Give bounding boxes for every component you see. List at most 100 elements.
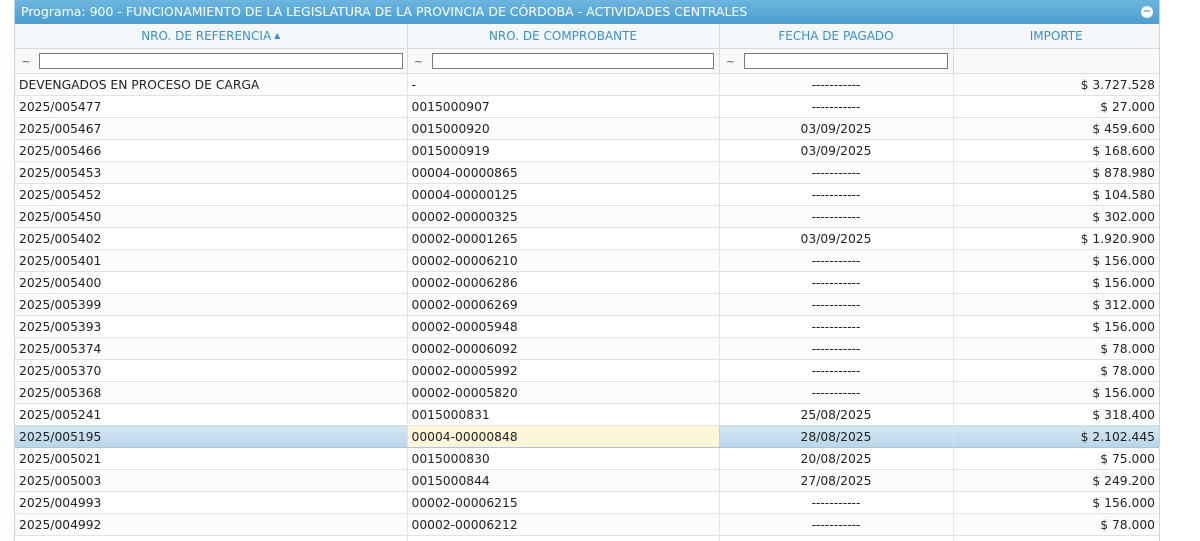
- cell-referencia: 2025/005477: [15, 95, 408, 118]
- cell-importe: $ 78.000: [953, 359, 1159, 382]
- table-row[interactable]: 2025/004993 00002-00006215 ----------- $ 15…: [15, 491, 1159, 514]
- column-header-importe[interactable]: IMPORTE: [953, 24, 1159, 49]
- filter-operator-referencia[interactable]: ~: [15, 55, 37, 68]
- cell-comprobante: 00004-00000125: [407, 183, 720, 206]
- panel-title: Programa: 900 - FUNCIONAMIENTO DE LA LEG…: [21, 4, 748, 19]
- cell-referencia: 2025/005450: [15, 205, 408, 228]
- cell-importe: $ 3.727.528: [953, 73, 1159, 96]
- cell-comprobante: 00004-00000865: [407, 161, 720, 184]
- cell-fecha: -----------: [719, 271, 954, 294]
- cell-referencia: 2025/005452: [15, 183, 408, 206]
- cell-comprobante: 00002-00006196: [407, 535, 720, 541]
- table-row[interactable]: 2025/005453 00004-00000865 ----------- $ 87…: [15, 161, 1159, 184]
- cell-fecha: -----------: [719, 359, 954, 382]
- table-row[interactable]: 2025/005401 00002-00006210 ----------- $ 15…: [15, 249, 1159, 272]
- cell-comprobante: 00002-00005820: [407, 381, 720, 404]
- table-row[interactable]: 2025/005399 00002-00006269 ----------- $ 31…: [15, 293, 1159, 316]
- cell-comprobante: 0015000920: [407, 117, 720, 140]
- cell-comprobante: -: [407, 73, 720, 96]
- cell-comprobante: 00002-00005992: [407, 359, 720, 382]
- table-row[interactable]: 2025/005241 0015000831 25/08/2025 $ 318.400: [15, 403, 1159, 426]
- table-row[interactable]: 2025/005452 00004-00000125 ----------- $ 10…: [15, 183, 1159, 206]
- filter-operator-comprobante[interactable]: ~: [408, 55, 430, 68]
- table-row[interactable]: 2025/005450 00002-00000325 ----------- $ 30…: [15, 205, 1159, 228]
- table-row[interactable]: 2025/005477 0015000907 ----------- $ 27.000: [15, 95, 1159, 118]
- filter-input-fecha[interactable]: [743, 53, 948, 69]
- cell-importe: $ 156.000: [953, 271, 1159, 294]
- filter-operator-fecha[interactable]: ~: [720, 55, 742, 68]
- cell-fecha: 28/08/2025: [719, 425, 954, 448]
- table-row[interactable]: 2025/005195 00004-00000848 28/08/2025 $ 2.1…: [15, 425, 1159, 448]
- minus-circle-icon[interactable]: −: [1141, 6, 1153, 18]
- cell-referencia: 2025/005453: [15, 161, 408, 184]
- cell-importe: $ 156.000: [953, 381, 1159, 404]
- sort-ascending-icon[interactable]: ▲: [274, 31, 280, 40]
- cell-referencia: 2025/005402: [15, 227, 408, 250]
- table-row[interactable]: 2025/005003 0015000844 27/08/2025 $ 249.200: [15, 469, 1159, 492]
- cell-fecha: 03/09/2025: [719, 139, 954, 162]
- cell-comprobante: 00002-00006269: [407, 293, 720, 316]
- cell-importe: $ 156.000: [953, 249, 1159, 272]
- cell-importe: $ 2.102.445: [953, 425, 1159, 448]
- cell-importe: $ 78.000: [953, 337, 1159, 360]
- cell-fecha: 25/08/2025: [719, 403, 954, 426]
- cell-referencia: 2025/005241: [15, 403, 408, 426]
- cell-comprobante: 00002-00000325: [407, 205, 720, 228]
- column-header-fecha[interactable]: FECHA DE PAGADO: [719, 24, 954, 49]
- cell-fecha: -----------: [719, 337, 954, 360]
- cell-referencia: 2025/004992: [15, 513, 408, 536]
- cell-comprobante: 00002-00005948: [407, 315, 720, 338]
- filter-input-comprobante[interactable]: [431, 53, 714, 69]
- cell-referencia: 2025/005467: [15, 117, 408, 140]
- table-row[interactable]: 2025/005467 0015000920 03/09/2025 $ 459.600: [15, 117, 1159, 140]
- table-row[interactable]: 2025/005466 0015000919 03/09/2025 $ 168.600: [15, 139, 1159, 162]
- table-row[interactable]: 2025/005370 00002-00005992 ----------- $ 78…: [15, 359, 1159, 382]
- table-row[interactable]: 2025/005402 00002-00001265 03/09/2025 $ 1.9…: [15, 227, 1159, 250]
- table-row[interactable]: 2025/005400 00002-00006286 ----------- $ 15…: [15, 271, 1159, 294]
- cell-importe: $ 104.580: [953, 183, 1159, 206]
- cell-referencia: 2025/005195: [15, 425, 408, 448]
- cell-referencia: 2025/005401: [15, 249, 408, 272]
- table-row[interactable]: 2025/004992 00002-00006212 ----------- $ 78…: [15, 513, 1159, 536]
- cell-importe: $ 168.600: [953, 139, 1159, 162]
- panel-titlebar: Programa: 900 - FUNCIONAMIENTO DE LA LEG…: [15, 0, 1159, 24]
- cell-importe: $ 27.000: [953, 95, 1159, 118]
- cell-importe: $ 156.000: [953, 315, 1159, 338]
- cell-comprobante: 0015000907: [407, 95, 720, 118]
- cell-importe: $ 459.600: [953, 117, 1159, 140]
- cell-importe: $ 1.920.900: [953, 227, 1159, 250]
- cell-referencia: 2025/005374: [15, 337, 408, 360]
- cell-fecha: -----------: [719, 315, 954, 338]
- cell-comprobante: 00002-00006212: [407, 513, 720, 536]
- cell-fecha: 20/08/2025: [719, 447, 954, 470]
- cell-importe: $ 312.000: [953, 293, 1159, 316]
- cell-comprobante: 00002-00006215: [407, 491, 720, 514]
- table-row[interactable]: DEVENGADOS EN PROCESO DE CARGA - ---------…: [15, 73, 1159, 96]
- cell-referencia: 2025/005399: [15, 293, 408, 316]
- cell-referencia: 2025/005370: [15, 359, 408, 382]
- table-row[interactable]: 2025/005021 0015000830 20/08/2025 $ 75.000: [15, 447, 1159, 470]
- table-row[interactable]: 2025/00499100002-00006196-----------$ 24…: [15, 535, 1159, 541]
- cell-comprobante: 00002-00006286: [407, 271, 720, 294]
- cell-fecha: -----------: [719, 381, 954, 404]
- cell-comprobante: 00002-00006210: [407, 249, 720, 272]
- table-row[interactable]: 2025/005368 00002-00005820 ----------- $ 15…: [15, 381, 1159, 404]
- cell-comprobante: 0015000844: [407, 469, 720, 492]
- cell-referencia: 2025/005393: [15, 315, 408, 338]
- cell-comprobante: 00002-00006092: [407, 337, 720, 360]
- table-row[interactable]: 2025/005374 00002-00006092 ----------- $ 78…: [15, 337, 1159, 360]
- cell-referencia: 2025/004993: [15, 491, 408, 514]
- cell-importe: $ 75.000: [953, 447, 1159, 470]
- cell-referencia: 2025/005466: [15, 139, 408, 162]
- filter-input-referencia[interactable]: [39, 53, 403, 69]
- header-row: NRO. DE REFERENCIA ▲ NRO. DE COMPROBANTE …: [15, 24, 1159, 49]
- cell-importe: $ 78.000: [953, 513, 1159, 536]
- column-header-referencia[interactable]: NRO. DE REFERENCIA ▲: [15, 24, 408, 49]
- program-panel: Programa: 900 - FUNCIONAMIENTO DE LA LEG…: [14, 0, 1160, 541]
- payments-table: NRO. DE REFERENCIA ▲ NRO. DE COMPROBANTE …: [15, 24, 1159, 541]
- cell-referencia: 2025/005003: [15, 469, 408, 492]
- column-header-comprobante[interactable]: NRO. DE COMPROBANTE: [407, 24, 720, 49]
- cell-fecha: -----------: [719, 205, 954, 228]
- table-row[interactable]: 2025/005393 00002-00005948 ----------- $ 15…: [15, 315, 1159, 338]
- cell-importe: $ 318.400: [953, 403, 1159, 426]
